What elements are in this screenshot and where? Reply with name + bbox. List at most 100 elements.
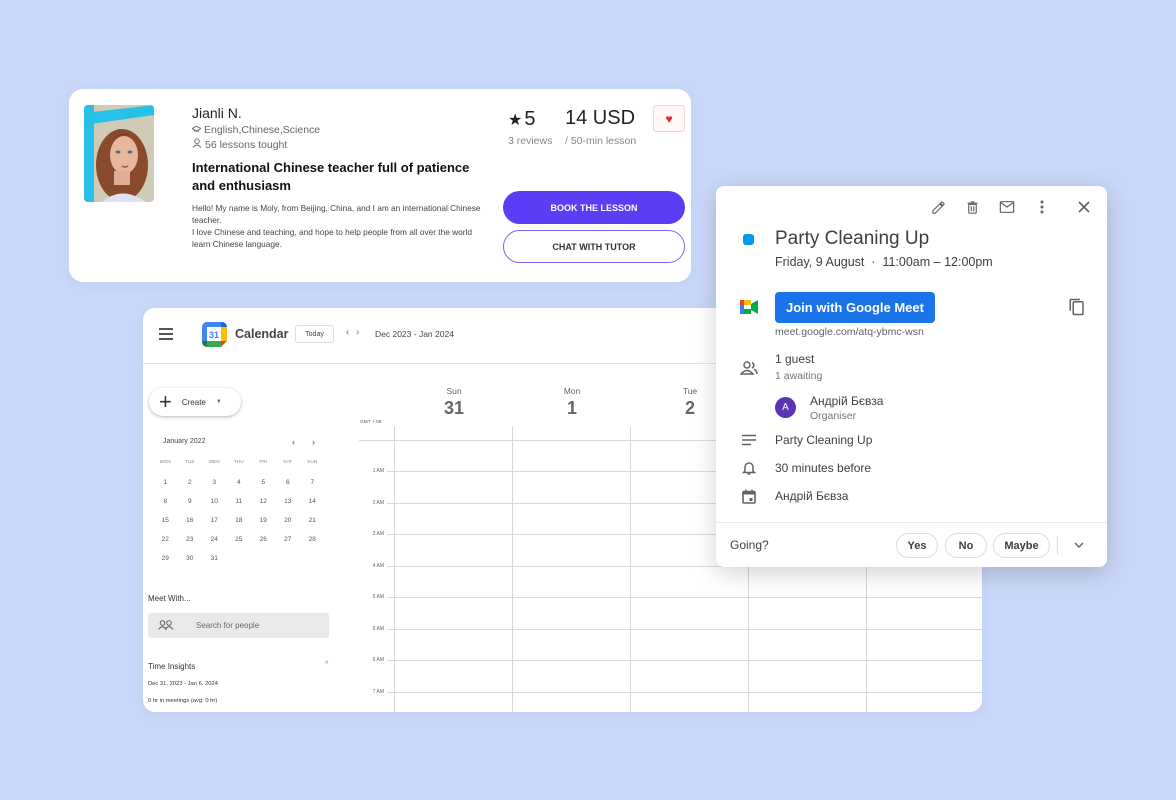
mini-day[interactable]: 2 [178,479,203,498]
next-period-button[interactable]: › [356,327,359,338]
mini-calendar-grid: MON TUE WED THU FRI SAT SUN 1 2 3 4 5 6 7 8 9 10 11 12 13 14… [153,460,325,574]
bell-icon [740,459,758,477]
mini-day[interactable]: 22 [153,536,178,555]
day-of-week: Mon [563,386,581,396]
people-icon [158,619,176,632]
rsvp-options-button[interactable] [1070,536,1088,554]
more-vert-icon [1040,200,1044,214]
mini-next-month-button[interactable]: › [312,437,315,447]
timezone-label: GMT + 06 [360,420,382,425]
close-button[interactable] [1073,196,1095,218]
date-range: Dec 2023 - Jan 2024 [375,329,454,339]
going-label: Going? [730,538,769,552]
time-label: 1 AM [372,468,384,474]
chat-with-tutor-button[interactable]: CHAT WITH TUTOR [503,230,685,263]
mini-day[interactable]: 20 [276,517,301,536]
rsvp-yes-button[interactable]: Yes [896,533,938,558]
mini-day[interactable]: 1 [153,479,178,498]
rsvp-no-button[interactable]: No [945,533,987,558]
close-icon [1078,201,1090,213]
favorite-button[interactable]: ♥ [653,105,685,132]
guest-avatar[interactable]: A [775,397,796,418]
copy-icon [1069,298,1084,316]
email-guests-button[interactable] [996,196,1018,218]
tutor-card: Jianli N. English,Chinese,Science 56 les… [69,89,691,282]
prev-period-button[interactable]: ‹ [346,327,349,338]
people-search-input[interactable]: Search for people [148,613,329,638]
mini-day[interactable]: 5 [251,479,276,498]
create-label: Create [181,397,206,407]
mini-day[interactable]: 11 [227,498,252,517]
event-details-popup: Party Cleaning Up Friday, 9 August · 11:… [716,186,1107,567]
time-label: 2 AM [372,499,384,506]
day-column-divider [512,426,513,712]
day-number: 2 [684,398,695,418]
reviews-count[interactable]: 3 reviews [508,135,552,147]
mini-day[interactable]: 16 [178,517,203,536]
time-label: 5 AM [372,594,384,600]
join-google-meet-button[interactable]: Join with Google Meet [775,292,935,323]
meet-link[interactable]: meet.google.com/atq-ybmc-wsn [775,326,924,338]
mini-day[interactable]: 12 [251,498,276,517]
mini-day[interactable]: 10 [202,498,227,517]
copy-link-button[interactable] [1068,298,1088,318]
mini-day[interactable]: 15 [153,517,178,536]
mini-day[interactable]: 18 [227,517,252,536]
mini-day[interactable]: 19 [251,517,276,536]
mini-day[interactable]: 7 [300,479,325,498]
lesson-duration: / 50-min lesson [565,135,637,147]
book-lesson-button[interactable]: BOOK THE LESSON [503,191,685,224]
graduation-cap-icon [190,124,203,136]
mini-day[interactable]: 29 [153,555,178,574]
mini-day[interactable]: 6 [276,479,301,498]
mini-day[interactable]: 21 [300,517,325,536]
mini-day[interactable]: 23 [178,536,203,555]
rating-value: 5 [524,108,536,130]
rsvp-maybe-button[interactable]: Maybe [993,533,1050,558]
mini-weekday: THU [233,460,244,465]
menu-icon-bar [159,328,173,330]
bio-line: Hello! My name is Moly, from Beijing, Ch… [192,203,481,225]
guest-count: 1 guest [775,352,815,366]
mini-day[interactable]: 27 [276,536,301,555]
mini-day[interactable]: 30 [178,555,203,574]
day-of-week: Tue [682,386,698,396]
mini-day[interactable]: 3 [202,479,227,498]
tutor-bio: Hello! My name is Moly, from Beijing, Ch… [192,202,487,250]
create-button[interactable]: + Create ▼ [149,388,241,416]
more-options-button[interactable] [1031,196,1053,218]
mini-day[interactable]: 31 [202,555,227,574]
mini-day[interactable]: 26 [251,536,276,555]
mini-day[interactable]: 24 [202,536,227,555]
mini-day[interactable]: 25 [227,536,252,555]
day-header-sun[interactable]: Sun 31 [424,386,484,419]
today-button[interactable]: Today [295,325,334,343]
mini-prev-month-button[interactable]: ‹ [292,437,295,447]
guests-icon [740,359,758,377]
tutor-lessons: 56 lessons tought [192,138,287,151]
rsvp-separator [1057,536,1058,555]
mini-day[interactable]: 17 [202,517,227,536]
mini-day[interactable]: 28 [300,536,325,555]
mini-day[interactable]: 9 [178,498,203,517]
day-number: 31 [443,398,465,418]
edit-event-button[interactable] [927,196,949,218]
mini-day[interactable]: 4 [227,479,252,498]
collapse-insights-button[interactable]: ^ [325,661,328,668]
day-header-mon[interactable]: Mon 1 [542,386,602,419]
mini-day[interactable]: 13 [276,498,301,517]
caret-down-icon: ▼ [215,399,222,405]
guest-role: Organiser [810,410,857,422]
day-column-divider [630,426,631,712]
tutor-rating: ★ 5 [508,108,535,131]
time-label: 3 AM [372,531,384,537]
delete-event-button[interactable] [961,196,983,218]
mini-weekday: WED [208,460,220,465]
tutor-name: Jianli N. [192,105,242,121]
day-header-tue[interactable]: Tue 2 [660,386,720,419]
app-title: Calendar [235,327,289,341]
chevron-down-icon [1074,542,1084,548]
mini-day[interactable]: 8 [153,498,178,517]
mini-day[interactable]: 14 [300,498,325,517]
main-menu-button[interactable] [159,328,173,340]
